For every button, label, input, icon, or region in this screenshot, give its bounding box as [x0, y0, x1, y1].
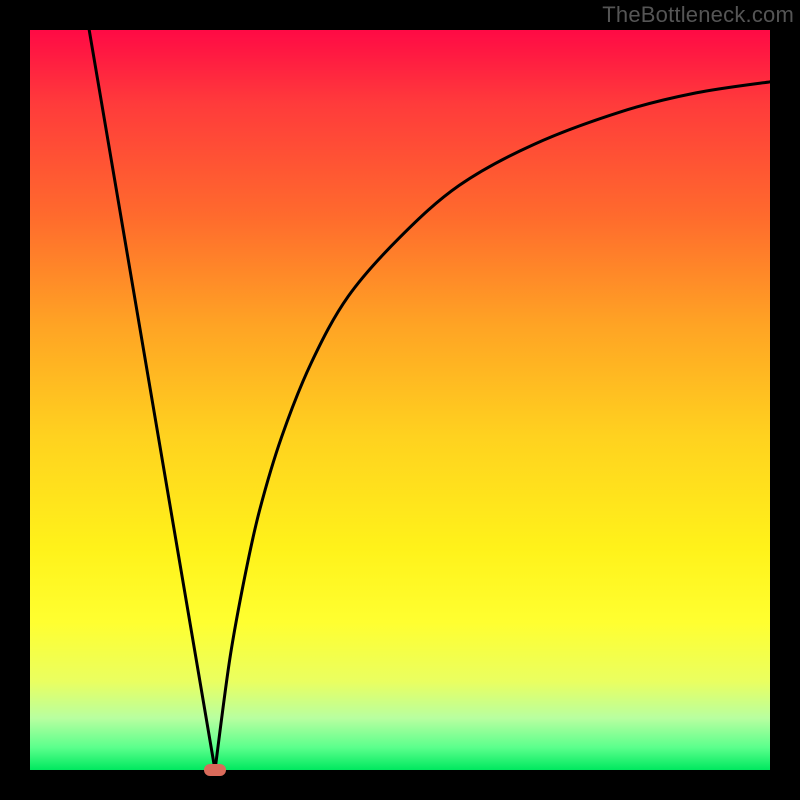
optimum-marker [204, 764, 226, 776]
curve-left-branch [89, 30, 215, 770]
curve-svg [30, 30, 770, 770]
plot-area [30, 30, 770, 770]
chart-frame: TheBottleneck.com [0, 0, 800, 800]
curve-right-branch [215, 82, 770, 770]
watermark-text: TheBottleneck.com [602, 2, 794, 28]
